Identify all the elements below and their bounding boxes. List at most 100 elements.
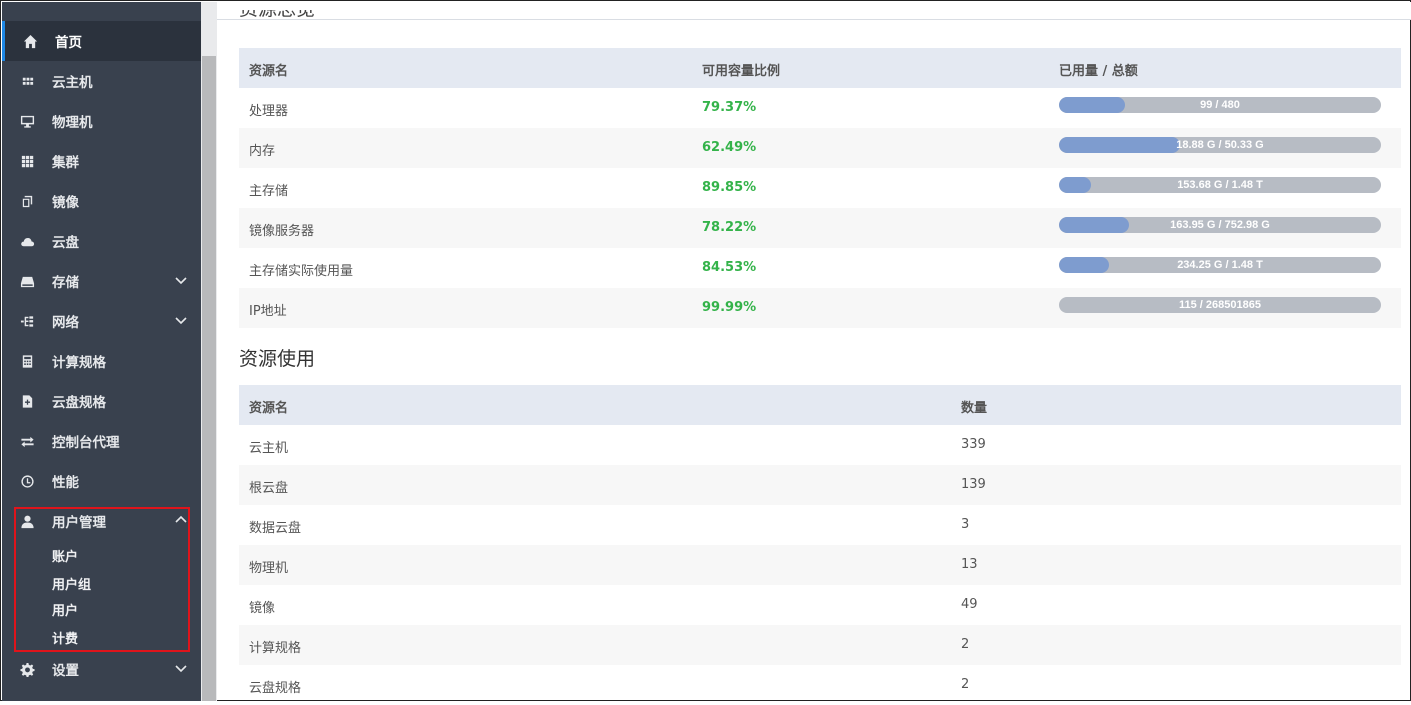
table-row: 根云盘 139 xyxy=(239,465,1401,505)
chevron-up-icon xyxy=(175,514,187,526)
sidebar-item-label: 用户管理 xyxy=(52,515,106,531)
table-row: IP地址 99.99% 115 / 268501865 xyxy=(239,288,1401,328)
sidebar-item-label: 云盘 xyxy=(52,235,79,251)
sidebar-item-label: 物理机 xyxy=(52,115,93,131)
resource-count: 2 xyxy=(961,637,970,652)
sidebar-item-cluster[interactable]: 集群 xyxy=(2,141,201,181)
sidebar-item-vm[interactable]: 云主机 xyxy=(2,61,201,101)
sidebar-item-user-management[interactable]: 用户管理 xyxy=(2,501,201,541)
sidebar-item-label: 性能 xyxy=(52,475,79,491)
table-row: 镜像 49 xyxy=(239,585,1401,625)
submenu-item-user-group[interactable]: 用户组 xyxy=(52,574,91,593)
calculator-icon xyxy=(2,354,52,369)
resource-count: 3 xyxy=(961,517,970,532)
sidebar-item-performance[interactable]: 性能 xyxy=(2,461,201,501)
sidebar-item-console-proxy[interactable]: 控制台代理 xyxy=(2,421,201,461)
table-row: 处理器 79.37% 99 / 480 xyxy=(239,88,1401,128)
overview-table-header: 资源名 可用容量比例 已用量 / 总额 xyxy=(239,48,1401,88)
table-row: 主存储 89.85% 153.68 G / 1.48 T xyxy=(239,168,1401,208)
home-icon xyxy=(5,34,55,49)
sidebar-item-label: 计算规格 xyxy=(52,355,106,371)
sidebar-item-label: 存储 xyxy=(52,275,79,291)
sidebar-item-label: 云主机 xyxy=(52,75,93,91)
sidebar-item-volume[interactable]: 云盘 xyxy=(2,221,201,261)
resource-name: 根云盘 xyxy=(249,481,289,496)
column-header: 已用量 / 总额 xyxy=(1059,64,1138,79)
section-title-overview: 资源总览 xyxy=(239,2,316,19)
resource-count: 339 xyxy=(961,437,986,452)
sidebar-item-settings[interactable]: 设置 xyxy=(2,649,201,689)
resource-count: 49 xyxy=(961,597,978,612)
submenu-item-user[interactable]: 用户 xyxy=(52,600,78,619)
column-header: 资源名 xyxy=(249,64,289,79)
resource-count: 139 xyxy=(961,477,986,492)
table-row: 镜像服务器 78.22% 163.95 G / 752.98 G xyxy=(239,208,1401,248)
usage-table-header: 资源名 数量 xyxy=(239,385,1401,425)
usage-progress-bar: 153.68 G / 1.48 T xyxy=(1059,177,1381,193)
resource-name: 计算规格 xyxy=(249,641,302,656)
resource-count: 2 xyxy=(961,677,970,692)
chevron-down-icon xyxy=(175,274,187,286)
sidebar-item-instance-offering[interactable]: 计算规格 xyxy=(2,341,201,381)
grid-icon xyxy=(2,154,52,169)
available-ratio: 79.37% xyxy=(702,100,757,115)
sidebar-item-storage[interactable]: 存储 xyxy=(2,261,201,301)
sidebar-item-network[interactable]: 网络 xyxy=(2,301,201,341)
usage-progress-bar: 99 / 480 xyxy=(1059,97,1381,113)
sidebar-item-label: 集群 xyxy=(52,155,79,171)
section-title-usage: 资源使用 xyxy=(239,348,316,370)
disk-file-icon xyxy=(2,394,52,409)
chevron-down-icon xyxy=(175,314,187,326)
header-divider xyxy=(217,19,1411,20)
cloud-icon xyxy=(2,234,52,249)
resource-name: 数据云盘 xyxy=(249,521,302,536)
sidebar-item-label: 网络 xyxy=(52,315,79,331)
usage-progress-bar: 115 / 268501865 xyxy=(1059,297,1381,313)
drive-icon xyxy=(2,274,52,289)
resource-name: 主存储 xyxy=(249,184,289,199)
resource-name: 物理机 xyxy=(249,561,289,576)
table-row: 数据云盘 3 xyxy=(239,505,1401,545)
sidebar-item-disk-offering[interactable]: 云盘规格 xyxy=(2,381,201,421)
available-ratio: 62.49% xyxy=(702,140,757,155)
table-row: 主存储实际使用量 84.53% 234.25 G / 1.48 T xyxy=(239,248,1401,288)
sidebar: 首页 云主机 物理机 集群 镜像 云盘 存储 网络 计算规格 云盘规格 控制台代 xyxy=(2,2,201,701)
resource-name: IP地址 xyxy=(249,304,287,319)
sidebar-item-label: 镜像 xyxy=(52,195,79,211)
table-row: 云主机 339 xyxy=(239,425,1401,465)
resource-name: 镜像服务器 xyxy=(249,224,315,239)
resource-name: 云主机 xyxy=(249,441,289,456)
network-icon xyxy=(2,314,52,329)
column-header: 资源名 xyxy=(249,401,289,416)
swap-icon xyxy=(2,434,52,449)
chevron-down-icon xyxy=(175,662,187,674)
sidebar-item-home[interactable]: 首页 xyxy=(2,21,201,61)
table-row: 云盘规格 2 xyxy=(239,665,1401,705)
usage-progress-text: 18.88 G / 50.33 G xyxy=(1176,139,1264,151)
usage-progress-text: 234.25 G / 1.48 T xyxy=(1177,259,1263,271)
section-title-overview-wrap: 资源总览 xyxy=(217,2,1411,19)
sidebar-item-label: 设置 xyxy=(52,663,79,679)
copy-icon xyxy=(2,194,52,209)
sidebar-item-label: 云盘规格 xyxy=(52,395,106,411)
sidebar-item-label: 首页 xyxy=(55,35,82,51)
table-row: 内存 62.49% 18.88 G / 50.33 G xyxy=(239,128,1401,168)
usage-progress-bar: 18.88 G / 50.33 G xyxy=(1059,137,1381,153)
gauge-icon xyxy=(2,474,52,489)
grid-small-icon xyxy=(2,74,52,89)
submenu-item-billing[interactable]: 计费 xyxy=(52,628,78,647)
submenu-item-account[interactable]: 账户 xyxy=(52,546,78,565)
user-icon xyxy=(2,514,52,529)
sidebar-item-host[interactable]: 物理机 xyxy=(2,101,201,141)
usage-progress-text: 115 / 268501865 xyxy=(1179,299,1261,311)
gear-icon xyxy=(2,662,52,677)
column-header: 数量 xyxy=(961,401,988,416)
monitor-icon xyxy=(2,114,52,129)
usage-progress-bar: 163.95 G / 752.98 G xyxy=(1059,217,1381,233)
usage-progress-bar: 234.25 G / 1.48 T xyxy=(1059,257,1381,273)
sidebar-scrollbar-thumb[interactable] xyxy=(202,56,216,701)
sidebar-item-image[interactable]: 镜像 xyxy=(2,181,201,221)
available-ratio: 84.53% xyxy=(702,260,757,275)
usage-progress-text: 153.68 G / 1.48 T xyxy=(1177,179,1263,191)
resource-name: 处理器 xyxy=(249,104,289,119)
